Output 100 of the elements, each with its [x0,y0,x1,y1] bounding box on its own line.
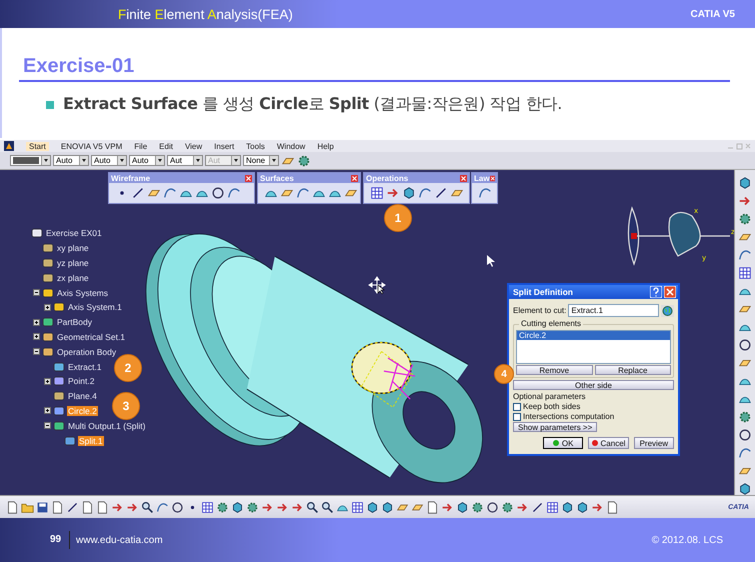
grid-icon[interactable] [546,500,559,514]
document-icon[interactable] [81,500,94,514]
document-icon[interactable] [606,500,619,514]
line-icon[interactable] [434,186,448,200]
list-button[interactable]: Remove [516,365,592,375]
dropdown[interactable]: Aut [167,155,203,166]
gear-icon[interactable] [501,500,514,514]
caret-icon[interactable] [155,156,164,165]
tree-item[interactable]: Axis Systems [56,288,110,298]
checkbox[interactable] [513,402,521,410]
expand-toggle[interactable] [44,378,51,385]
gear-icon[interactable] [471,500,484,514]
line-icon[interactable] [531,500,544,514]
cube-icon[interactable] [456,500,469,514]
gear-icon[interactable] [738,410,752,424]
curve-icon[interactable] [156,500,169,514]
tree-item[interactable]: yz plane [56,258,90,268]
menu-item[interactable]: Start [26,142,49,150]
color-dropdown[interactable] [10,155,51,166]
curve-icon[interactable] [738,446,752,460]
menu-item[interactable]: Help [317,142,334,150]
tree-item[interactable]: Axis System.1 [67,302,123,312]
close-icon[interactable] [351,174,358,182]
tree-item[interactable]: Point.2 [67,376,96,386]
globe-icon[interactable] [661,304,674,316]
caret-icon[interactable] [193,156,202,165]
magnifier-icon[interactable] [141,500,154,514]
tree-item[interactable]: Multi Output.1 (Split) [67,420,146,431]
cube-icon[interactable] [381,500,394,514]
circle-icon[interactable] [738,338,752,352]
dropdown[interactable]: Auto [91,155,127,166]
line-icon[interactable] [131,186,145,200]
cube-icon[interactable] [366,500,379,514]
menu-item[interactable]: ENOVIA V5 VPM [60,142,122,150]
other-side-button[interactable]: Other side [513,380,674,390]
arrow-icon[interactable] [738,194,752,208]
caret-icon[interactable] [269,156,278,165]
close-icon[interactable] [245,174,252,182]
menu-item[interactable]: Window [276,142,306,150]
tree-item[interactable]: zx plane [56,272,90,283]
tree-item[interactable]: Exercise EX01 [45,228,103,238]
curve-icon[interactable] [478,186,492,200]
document-icon[interactable] [426,500,439,514]
magnifier-icon[interactable] [321,500,334,514]
menu-item[interactable]: View [184,142,202,150]
menu-item[interactable]: File [134,142,148,150]
menu-item[interactable]: Insert [214,142,234,150]
circle-icon[interactable] [171,500,184,514]
dropdown[interactable]: Auto [53,155,89,166]
tree-item[interactable]: Plane.4 [67,391,98,402]
gear-icon[interactable] [246,500,259,514]
dialog-button[interactable]: OK [543,437,584,449]
close-icon[interactable] [664,286,676,298]
dropdown[interactable]: Auto [129,155,165,166]
magnifier-icon[interactable] [306,500,319,514]
list-item[interactable]: Circle.2 [517,331,670,340]
grid-icon[interactable] [201,500,214,514]
menu-item[interactable]: Tools [246,142,265,150]
curve-icon[interactable] [163,186,177,200]
grid-icon[interactable] [738,266,752,280]
circle-icon[interactable] [211,186,225,200]
help-icon[interactable] [650,286,662,298]
line-icon[interactable] [66,500,79,514]
curve-icon[interactable] [738,248,752,262]
collapse-toggle[interactable] [33,289,40,296]
circle-icon[interactable] [486,500,499,514]
dialog-button[interactable]: Cancel [588,437,629,449]
arrow-icon[interactable] [386,186,400,200]
document-icon[interactable] [51,500,64,514]
circle-icon[interactable] [738,428,752,442]
cutting-elements-list[interactable]: Circle.2 [516,330,671,364]
expand-toggle[interactable] [33,333,40,340]
cube-icon[interactable] [561,500,574,514]
cube-icon[interactable] [576,500,589,514]
grid-icon[interactable] [370,186,384,200]
cube-icon[interactable] [738,176,752,190]
element-field[interactable]: Extract.1 [568,304,659,317]
tree-item[interactable]: xy plane [56,243,90,254]
grid-icon[interactable] [351,500,364,514]
gear-icon[interactable] [738,212,752,226]
close-icon[interactable] [490,174,495,182]
close-icon[interactable] [460,174,467,182]
menu-item[interactable]: Edit [159,142,173,150]
caret-icon[interactable] [117,156,126,165]
curve-icon[interactable] [296,186,310,200]
curve-icon[interactable] [227,186,241,200]
document-icon[interactable] [96,500,109,514]
tree-item[interactable]: Geometrical Set.1 [56,332,126,342]
list-button[interactable]: Replace [594,365,671,375]
caret-icon[interactable] [41,156,50,165]
show-parameters-button[interactable]: Show parameters >> [513,422,598,432]
collapse-toggle[interactable] [44,422,51,430]
cube-icon[interactable] [231,500,244,514]
tree-item[interactable]: Extract.1 [67,362,103,372]
expand-toggle[interactable] [33,318,40,326]
gear-icon[interactable] [297,154,311,168]
3d-viewport[interactable] [0,170,734,495]
dropdown[interactable]: None [243,155,279,166]
caret-icon[interactable] [79,156,88,165]
curve-icon[interactable] [418,186,432,200]
